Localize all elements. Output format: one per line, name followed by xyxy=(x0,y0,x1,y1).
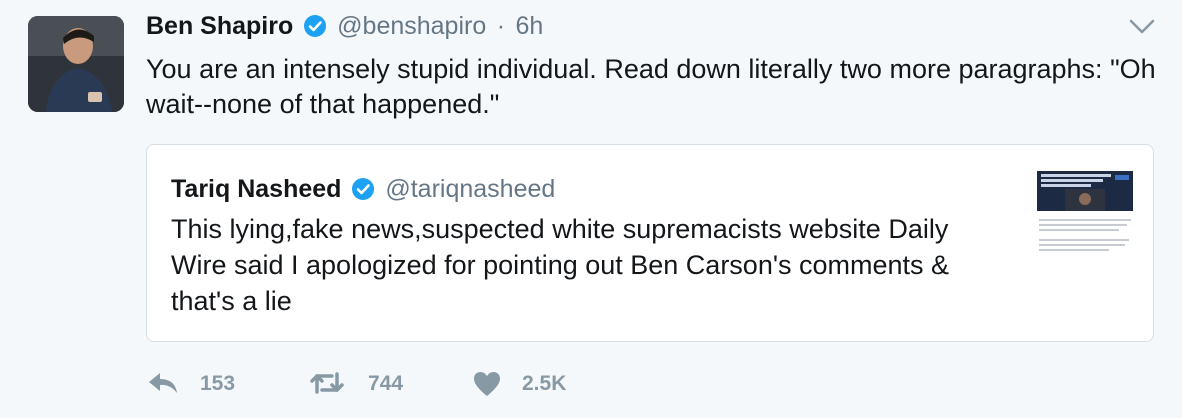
retweet-count: 744 xyxy=(368,372,404,395)
verified-badge-icon xyxy=(351,178,374,200)
tweet-text: You are an intensely stupid individual. … xyxy=(146,54,1156,119)
like-count: 2.5K xyxy=(522,372,567,395)
tweet-timestamp[interactable]: 6h xyxy=(515,12,543,40)
avatar[interactable] xyxy=(28,16,124,112)
quoted-author-name: Tariq Nasheed xyxy=(171,175,342,203)
reply-count: 153 xyxy=(200,372,236,395)
heart-icon xyxy=(474,372,500,396)
quoted-text: This lying,fake news,suspected white sup… xyxy=(171,214,950,316)
retweet-icon xyxy=(310,372,344,394)
quoted-media-thumbnail[interactable] xyxy=(1035,167,1135,279)
quoted-tweet[interactable]: Tariq Nasheed @tariqnasheed This lying,f… xyxy=(146,144,1154,342)
tweet[interactable]: Ben Shapiro @benshapiro · 6h You are an … xyxy=(0,0,1182,418)
quoted-author-handle: @tariqnasheed xyxy=(385,175,556,203)
chevron-down-icon[interactable] xyxy=(1128,18,1156,36)
author-handle[interactable]: @benshapiro xyxy=(337,12,486,40)
reply-icon xyxy=(149,373,177,393)
verified-badge-icon xyxy=(303,15,326,37)
header-separator: · xyxy=(496,12,506,40)
quoted-header: Tariq Nasheed @tariqnasheed xyxy=(171,175,555,204)
author-name[interactable]: Ben Shapiro xyxy=(146,12,293,40)
tweet-header: Ben Shapiro @benshapiro · 6h xyxy=(146,12,543,46)
like-button[interactable]: 2.5K xyxy=(472,366,592,402)
reply-button[interactable]: 153 xyxy=(146,366,246,402)
retweet-button[interactable]: 744 xyxy=(308,366,418,402)
